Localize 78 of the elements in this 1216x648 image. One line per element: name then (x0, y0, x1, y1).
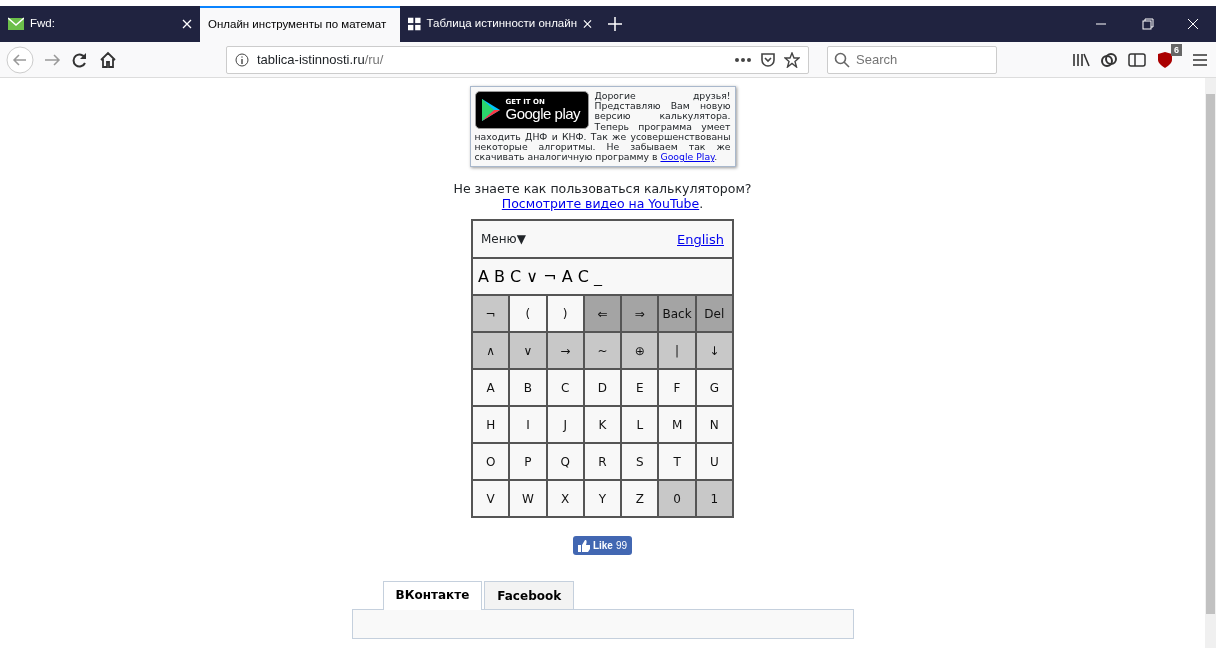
key-button[interactable]: 1 (696, 481, 732, 517)
close-icon[interactable] (182, 19, 192, 29)
language-link[interactable]: English (677, 229, 724, 250)
key-button[interactable]: ⇒ (622, 296, 658, 332)
key-button[interactable]: E (622, 370, 658, 406)
address-bar[interactable]: tablica-istinnosti.ru/ru/ (226, 45, 809, 74)
key-button[interactable]: K (584, 407, 621, 443)
key-button[interactable]: G (696, 370, 732, 406)
key-button[interactable]: F (659, 370, 695, 406)
search-field[interactable]: Search (827, 45, 997, 74)
mail-icon (8, 17, 24, 31)
key-button[interactable]: R (584, 444, 621, 480)
thumbs-up-icon (577, 539, 590, 552)
browser-tab[interactable]: Онлайн инструменты по математ (200, 6, 400, 42)
key-button[interactable]: V (473, 481, 509, 517)
key-button[interactable]: ) (547, 296, 583, 332)
key-button[interactable]: D (584, 370, 621, 406)
key-button[interactable]: Back (659, 296, 695, 332)
key-button[interactable]: ⊕ (622, 333, 658, 369)
rings-icon[interactable] (1099, 50, 1119, 69)
key-button[interactable]: J (547, 407, 583, 443)
key-button[interactable]: N (696, 407, 732, 443)
close-icon[interactable] (583, 19, 592, 29)
promo-text: находить ДНФ и КНФ. Так же усовершенствованы некоторые алгоритмы. Не забываем так же скачивать аналогичную программу в Google Play. (474, 131, 731, 163)
expression-field[interactable]: A B C ∨ ¬ A C _ (473, 259, 732, 295)
key-button[interactable]: W (510, 481, 546, 517)
key-button[interactable]: H (473, 407, 509, 443)
key-button[interactable]: ∨ (510, 333, 546, 369)
grid-icon (408, 17, 421, 31)
key-button[interactable]: ~ (584, 333, 621, 369)
promo-text: Дорогие друзья! Представляю Вам новую версию калькулятора. Теперь программа умеет (594, 91, 731, 132)
key-button[interactable]: ↓ (696, 333, 732, 369)
browser-tab[interactable]: Таблица истинности онлайн (400, 6, 600, 42)
count-badge: 6 (1171, 43, 1182, 56)
sidebar-icon[interactable] (1127, 50, 1147, 69)
key-button[interactable]: | (659, 333, 695, 369)
key-button[interactable]: C (547, 370, 583, 406)
pocket-icon[interactable] (760, 51, 776, 68)
key-button[interactable]: A (473, 370, 509, 406)
key-button[interactable]: B (510, 370, 546, 406)
browser-tab[interactable]: Fwd: (0, 6, 200, 42)
more-icon[interactable] (734, 56, 752, 63)
question-text: Не знаете как пользоваться калькулятором? (453, 181, 752, 197)
scrollbar[interactable] (1205, 78, 1216, 648)
key-button[interactable]: Del (696, 296, 732, 332)
star-icon[interactable] (784, 51, 800, 68)
key-button[interactable]: Q (547, 444, 583, 480)
key-button[interactable]: S (622, 444, 658, 480)
menu-button[interactable]: Меню▼ (481, 230, 526, 249)
key-button[interactable]: Y (584, 481, 621, 517)
key-button[interactable]: ∧ (473, 333, 509, 369)
key-button[interactable]: X (547, 481, 583, 517)
key-button[interactable]: ¬ (473, 296, 509, 332)
play-icon (479, 98, 502, 122)
search-icon (834, 51, 850, 68)
key-button[interactable]: O (473, 444, 509, 480)
shield-icon[interactable] (1155, 49, 1175, 70)
key-button[interactable]: 0 (659, 481, 695, 517)
key-button[interactable]: → (547, 333, 583, 369)
key-button[interactable]: Z (622, 481, 658, 517)
badge-text: Google play (505, 106, 581, 122)
key-button[interactable]: T (659, 444, 695, 480)
info-icon (235, 52, 249, 67)
help-text: Посмотрите видео на YouTube. (500, 196, 705, 212)
key-button[interactable]: P (510, 444, 546, 480)
link[interactable]: Посмотрите видео на YouTube (501, 196, 700, 212)
key-button[interactable]: I (510, 407, 546, 443)
key-button[interactable]: ( (510, 296, 546, 332)
url-text: tablica-istinnosti.ru/ru/ (257, 50, 384, 69)
key-button[interactable]: M (659, 407, 695, 443)
tab[interactable]: ВКонтакте (382, 581, 483, 611)
key-button[interactable]: L (622, 407, 658, 443)
scroll-thumb[interactable] (1206, 94, 1215, 614)
key-button[interactable]: ⇐ (584, 296, 621, 332)
home-icon[interactable] (98, 49, 118, 70)
key-button[interactable]: U (696, 444, 732, 480)
like-button[interactable]: Like 99 (572, 536, 633, 556)
tab[interactable]: Facebook (484, 581, 575, 610)
